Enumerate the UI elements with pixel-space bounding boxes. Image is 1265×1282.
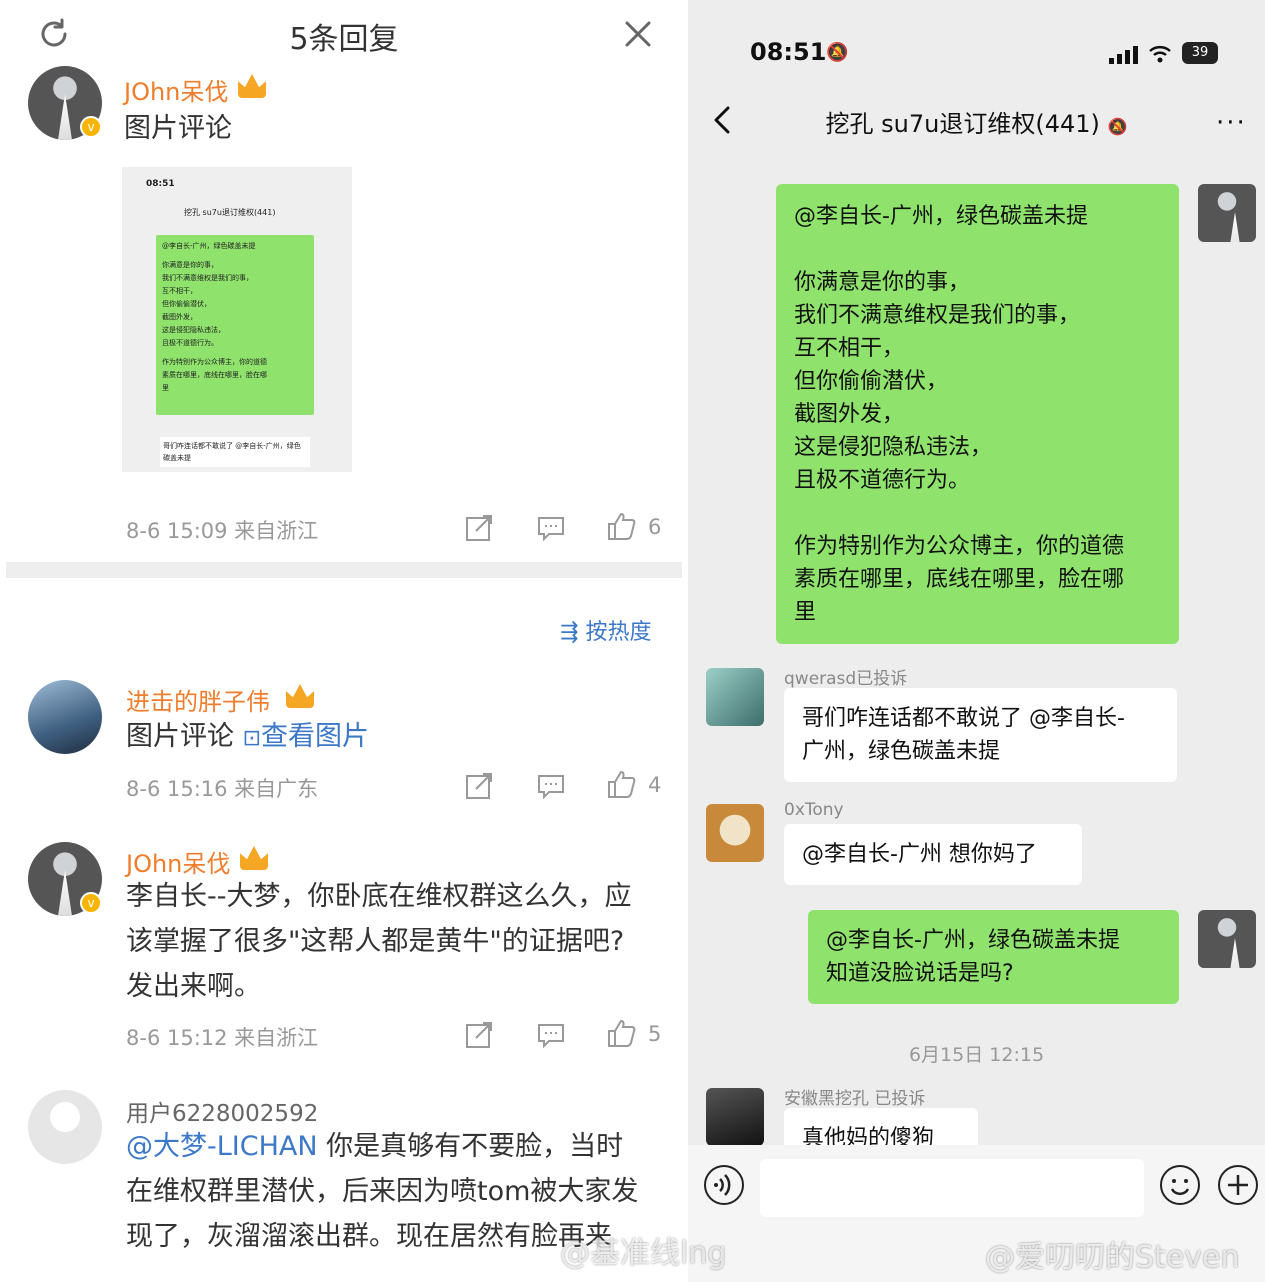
mention-link[interactable]: @大梦-LICHAN [126,1131,318,1162]
chat-title: 挖孔 su7u退订维权(441) 🔕 [825,110,1128,138]
chat-timestamp: 6月15日 12:15 [908,1044,1045,1066]
wechat-chat-panel: 08:51 🔕 39 挖孔 su7u退订维权(441) 🔕 ··· @李自长-广… [688,0,1265,1282]
sender-name: 安徽黑挖孔 已投诉 [784,1089,926,1109]
battery-level: 39 [1191,45,1209,60]
thumb-reply: 哥们咋连话都不敢说了 @李自长-广州，绿色碳盖未提 [160,437,310,467]
like-count: 4 [648,773,662,797]
comment-meta: 8-6 15:12 来自浙江 [126,1026,319,1050]
chat-message-sent[interactable]: @李自长-广州，绿色碳盖未提 你满意是你的事， 我们不满意维权是我们的事， 互不… [776,184,1179,644]
view-image-link[interactable]: ⊡查看图片 [243,721,369,752]
comment-icon[interactable] [536,1020,566,1050]
message-input[interactable] [760,1159,1144,1217]
watermark: @基准线lng [560,1236,727,1271]
mute-icon: 🔕 [1107,117,1128,136]
verified-badge-icon: v [80,116,102,138]
comment-username[interactable]: 进击的胖子伟 [126,682,270,717]
chat-message-received[interactable]: 哥们咋连话都不敢说了 @李自长- 广州，绿色碳盖未提 [784,688,1177,782]
sort-by-hot-button[interactable]: ⇶ 按热度 [560,614,651,646]
comment-meta: 8-6 15:16 来自广东 [126,777,319,801]
crown-icon [240,846,268,870]
sort-icon: ⇶ [560,620,586,645]
thumb-time: 08:51 [146,179,175,189]
crown-icon [286,684,314,708]
avatar[interactable] [28,1090,102,1164]
comment-icon[interactable] [536,771,566,801]
comment-username[interactable]: 用户6228002592 [126,1094,318,1128]
like-icon[interactable] [606,511,636,541]
emoji-icon[interactable] [1160,1165,1200,1205]
avatar[interactable] [706,1088,764,1146]
comment-icon[interactable] [536,513,566,543]
share-icon[interactable] [464,771,494,801]
chat-message-sent[interactable]: @李自长-广州，绿色碳盖未提 知道没脸说话是吗? [808,910,1179,1004]
thumb-title: 挖孔 su7u退订维权(441) [184,208,276,217]
share-icon[interactable] [464,513,494,543]
comment-image-thumbnail[interactable]: 08:51 挖孔 su7u退订维权(441) @李自长-广州，绿色碳盖未提 你满… [122,167,352,472]
comment-username[interactable]: JOhn呆伐 [124,72,228,107]
avatar[interactable] [1198,184,1256,242]
verified-badge-icon: v [80,892,102,914]
like-icon[interactable] [606,769,636,799]
share-icon[interactable] [464,1020,494,1050]
weibo-replies-panel: 5条回复 v JOhn呆伐 图片评论 08:51 挖孔 su7u退订维权(441… [0,0,688,1282]
battery-icon: 39 [1182,42,1218,64]
sort-label: 按热度 [585,620,652,645]
watermark: @爱叨叨的Steven [985,1240,1240,1275]
replies-title: 5条回复 [289,22,399,57]
comment-meta: 8-6 15:09 来自浙江 [126,519,319,543]
close-icon[interactable] [620,16,656,52]
composite-screenshot: 5条回复 v JOhn呆伐 图片评论 08:51 挖孔 su7u退订维权(441… [0,0,1265,1282]
crown-icon [238,74,266,98]
like-count: 5 [648,1022,662,1046]
comment-text: 图片评论 ⊡查看图片 [126,714,369,761]
avatar[interactable] [28,680,102,754]
chat-message-received[interactable]: @李自长-广州 想你妈了 [784,824,1082,885]
add-icon[interactable] [1218,1165,1258,1205]
section-divider [6,562,682,578]
comment-text: 图片评论 [124,113,232,144]
more-options-icon[interactable]: ··· [1216,108,1247,138]
like-icon[interactable] [606,1018,636,1048]
mute-bell-icon: 🔕 [826,42,849,63]
signal-icon [1109,46,1138,64]
avatar[interactable] [706,804,764,862]
status-time: 08:51 [750,38,827,66]
thumb-bubble: @李自长-广州，绿色碳盖未提 你满意是你的事， 我们不满意维权是我们的事， 互不… [156,235,314,415]
replies-header: 5条回复 [0,0,688,72]
comment-text: 李自长--大梦，你卧底在维权群这么久，应 该掌握了很多"这帮人都是黄牛"的证据吧… [126,881,632,1002]
like-count: 6 [648,515,662,539]
wifi-icon [1149,46,1171,63]
avatar[interactable] [706,668,764,726]
voice-input-icon[interactable] [704,1165,744,1205]
sender-name: qwerasd已投诉 [784,669,908,689]
image-link-icon: ⊡ [242,726,262,751]
avatar[interactable] [1198,910,1256,968]
sender-name: 0xTony [784,800,844,820]
comment-text-main: 图片评论 [126,721,234,752]
